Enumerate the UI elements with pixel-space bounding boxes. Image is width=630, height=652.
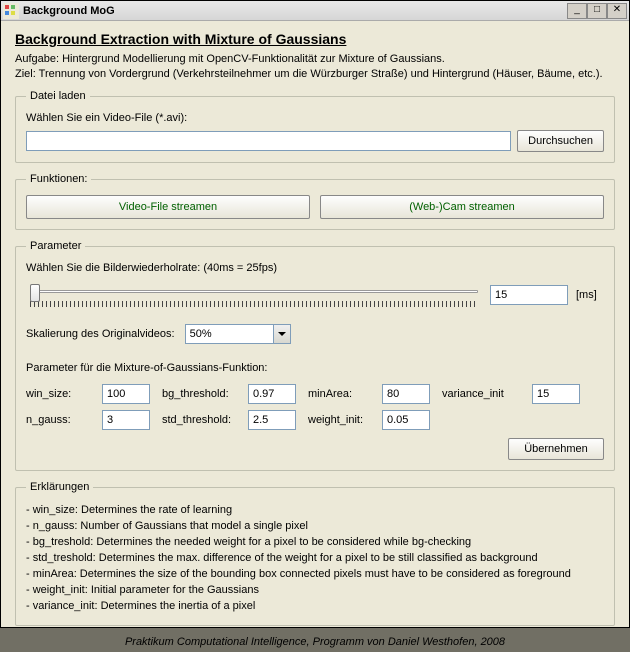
- file-load-label: Wählen Sie ein Video-File (*.avi):: [26, 112, 604, 124]
- page-title: Background Extraction with Mixture of Ga…: [15, 31, 615, 47]
- stream-video-button[interactable]: Video-File streamen: [26, 195, 310, 219]
- mog-param-grid: win_size: bg_threshold: minArea: varianc…: [26, 384, 604, 430]
- content-area: Background Extraction with Mixture of Ga…: [1, 21, 629, 652]
- app-window: Background MoG _ □ ✕ Background Extracti…: [0, 0, 630, 628]
- stream-cam-button[interactable]: (Web-)Cam streamen: [320, 195, 604, 219]
- expl-item: win_size: Determines the rate of learnin…: [26, 503, 604, 519]
- parameter-group: Parameter Wählen Sie die Bilderwiederhol…: [15, 240, 615, 471]
- file-path-input[interactable]: [26, 131, 511, 151]
- expl-item: weight_init: Initial parameter for the G…: [26, 583, 604, 599]
- minarea-label: minArea:: [308, 388, 374, 400]
- variance-init-input[interactable]: [532, 384, 580, 404]
- window-title: Background MoG: [23, 5, 567, 17]
- parameter-legend: Parameter: [26, 240, 85, 252]
- explanations-group: Erklärungen win_size: Determines the rat…: [15, 481, 615, 626]
- bg-threshold-label: bg_threshold:: [162, 388, 240, 400]
- app-icon: [3, 3, 19, 19]
- minarea-input[interactable]: [382, 384, 430, 404]
- browse-button[interactable]: Durchsuchen: [517, 130, 604, 152]
- titlebar: Background MoG _ □ ✕: [1, 1, 629, 21]
- bg-threshold-input[interactable]: [248, 384, 296, 404]
- fps-unit: [ms]: [576, 289, 604, 301]
- scale-label: Skalierung des Originalvideos:: [26, 328, 175, 340]
- explanations-legend: Erklärungen: [26, 481, 93, 493]
- scale-select[interactable]: 50%: [185, 324, 291, 344]
- expl-item: minArea: Determines the size of the boun…: [26, 567, 604, 583]
- goal-line: Ziel: Trennung von Vordergrund (Verkehrs…: [15, 68, 615, 80]
- n-gauss-label: n_gauss:: [26, 414, 94, 426]
- chevron-down-icon[interactable]: [273, 325, 290, 343]
- file-load-group: Datei laden Wählen Sie ein Video-File (*…: [15, 90, 615, 163]
- task-line: Aufgabe: Hintergrund Modellierung mit Op…: [15, 53, 615, 65]
- win-size-label: win_size:: [26, 388, 94, 400]
- weight-init-input[interactable]: [382, 410, 430, 430]
- expl-item: variance_init: Determines the inertia of…: [26, 599, 604, 615]
- file-load-legend: Datei laden: [26, 90, 90, 102]
- fps-slider[interactable]: [26, 280, 482, 310]
- expl-item: n_gauss: Number of Gaussians that model …: [26, 519, 604, 535]
- scale-value: 50%: [190, 328, 212, 340]
- minimize-button[interactable]: _: [567, 3, 587, 19]
- expl-item: bg_treshold: Determines the needed weigh…: [26, 535, 604, 551]
- fps-input[interactable]: [490, 285, 568, 305]
- n-gauss-input[interactable]: [102, 410, 150, 430]
- expl-item: std_treshold: Determines the max. differ…: [26, 551, 604, 567]
- close-button[interactable]: ✕: [607, 3, 627, 19]
- std-threshold-input[interactable]: [248, 410, 296, 430]
- weight-init-label: weight_init:: [308, 414, 374, 426]
- std-threshold-label: std_threshold:: [162, 414, 240, 426]
- mog-func-label: Parameter für die Mixture-of-Gaussians-F…: [26, 362, 604, 374]
- fps-label: Wählen Sie die Bilderwiederholrate: (40m…: [26, 262, 604, 274]
- variance-init-label: variance_init: [442, 388, 524, 400]
- slider-thumb[interactable]: [30, 284, 40, 302]
- explanations-list: win_size: Determines the rate of learnin…: [26, 503, 604, 615]
- footer-text: Praktikum Computational Intelligence, Pr…: [15, 636, 615, 648]
- apply-button[interactable]: Übernehmen: [508, 438, 604, 460]
- maximize-button[interactable]: □: [587, 3, 607, 19]
- functions-group: Funktionen: Video-File streamen (Web-)Ca…: [15, 173, 615, 230]
- functions-legend: Funktionen:: [26, 173, 91, 185]
- win-size-input[interactable]: [102, 384, 150, 404]
